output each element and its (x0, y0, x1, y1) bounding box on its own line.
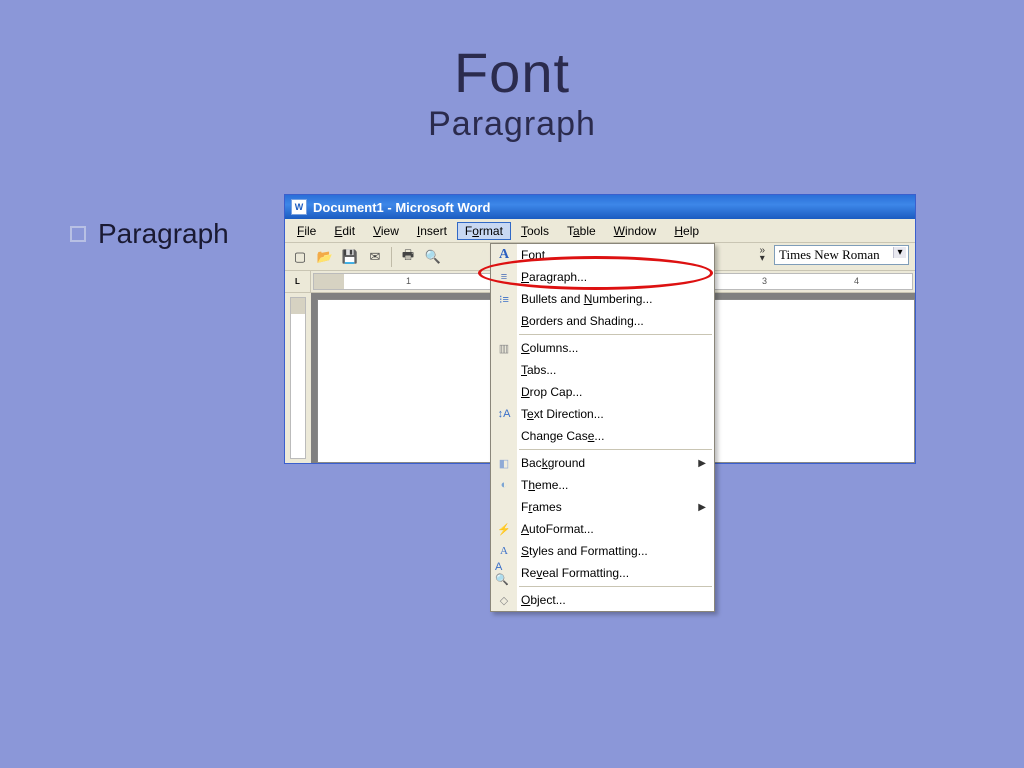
menu-item-autoformat-label: AutoFormat... (521, 522, 594, 536)
slide-title-block: Font Paragraph (0, 0, 1024, 144)
ruler-mark-1: 1 (406, 276, 411, 286)
font-a-icon: A (495, 246, 513, 264)
tab-selector-button[interactable]: L (285, 271, 311, 292)
menu-item-textdirection[interactable]: ↕A Text Direction... (491, 403, 714, 425)
menu-view[interactable]: View (365, 222, 407, 240)
menu-item-textdirection-label: Text Direction... (521, 407, 604, 421)
menu-item-tabs[interactable]: Tabs... (491, 359, 714, 381)
menu-item-font[interactable]: A Font... (491, 244, 714, 266)
menu-item-columns-label: Columns... (521, 341, 578, 355)
print-icon[interactable]: 🖶 (397, 246, 419, 268)
ruler-mark-4: 4 (854, 276, 859, 286)
menu-item-dropcap-label: Drop Cap... (521, 385, 582, 399)
menu-item-object[interactable]: ◇ Object... (491, 589, 714, 611)
word-app-icon: W (291, 199, 307, 215)
menu-item-dropcap[interactable]: Drop Cap... (491, 381, 714, 403)
object-icon: ◇ (495, 591, 513, 609)
bullet-marker-icon (70, 226, 86, 242)
menu-item-paragraph-label: Paragraph... (521, 270, 587, 284)
title-bar[interactable]: W Document1 - Microsoft Word (285, 195, 915, 219)
text-direction-icon: ↕A (495, 405, 513, 423)
open-icon[interactable]: 📂 (314, 246, 336, 268)
slide-bullet-row: Paragraph (70, 218, 229, 250)
menu-item-theme[interactable]: ◐ Theme... (491, 474, 714, 496)
menu-tools[interactable]: Tools (513, 222, 557, 240)
reveal-formatting-icon: A🔍 (495, 564, 513, 582)
autoformat-icon: ⚡ (495, 520, 513, 538)
menu-edit[interactable]: Edit (326, 222, 363, 240)
columns-icon: ▥ (495, 339, 513, 357)
menu-item-borders-label: Borders and Shading... (521, 314, 644, 328)
menu-item-theme-label: Theme... (521, 478, 568, 492)
menu-insert[interactable]: Insert (409, 222, 455, 240)
submenu-arrow-icon: ▶ (698, 502, 706, 513)
menu-separator-3 (519, 586, 712, 587)
menu-item-autoformat[interactable]: ⚡ AutoFormat... (491, 518, 714, 540)
menu-table[interactable]: Table (559, 222, 604, 240)
menu-item-changecase[interactable]: Change Case... (491, 425, 714, 447)
menu-item-tabs-label: Tabs... (521, 363, 556, 377)
font-name-dropdown[interactable]: Times New Roman (774, 245, 909, 265)
theme-icon: ◐ (495, 476, 513, 494)
menu-file[interactable]: File (289, 222, 324, 240)
menu-item-columns[interactable]: ▥ Columns... (491, 337, 714, 359)
menu-item-font-label: Font... (521, 248, 555, 262)
save-icon[interactable]: 💾 (339, 246, 361, 268)
paragraph-icon: ≡ (495, 268, 513, 286)
menu-separator-1 (519, 334, 712, 335)
ruler-mark-3: 3 (762, 276, 767, 286)
slide-title-2: Paragraph (0, 105, 1024, 144)
font-name-value: Times New Roman (779, 247, 880, 262)
bullets-icon: ⁝≡ (495, 290, 513, 308)
background-icon: ◧ (495, 454, 513, 472)
slide-bullet-text: Paragraph (98, 218, 229, 250)
menu-help[interactable]: Help (666, 222, 707, 240)
styles-icon: A (495, 542, 513, 560)
menu-item-styles[interactable]: A Styles and Formatting... (491, 540, 714, 562)
submenu-arrow-icon: ▶ (698, 458, 706, 469)
menu-item-reveal[interactable]: A🔍 Reveal Formatting... (491, 562, 714, 584)
menu-format[interactable]: Format (457, 222, 511, 240)
slide-title-1: Font (0, 40, 1024, 105)
menu-item-changecase-label: Change Case... (521, 429, 604, 443)
menu-item-reveal-label: Reveal Formatting... (521, 566, 629, 580)
ruler-left-margin-shade (314, 274, 344, 289)
menu-item-object-label: Object... (521, 593, 566, 607)
toolbar-overflow-button[interactable]: »▾ (756, 245, 768, 265)
mail-icon[interactable]: ✉ (364, 246, 386, 268)
menu-bar: File Edit View Insert Format Tools Table… (285, 219, 915, 243)
menu-item-styles-label: Styles and Formatting... (521, 544, 648, 558)
menu-item-frames-label: Frames (521, 500, 562, 514)
menu-item-background[interactable]: ◧ Background ▶ (491, 452, 714, 474)
new-doc-icon[interactable]: ▢ (289, 246, 311, 268)
menu-item-bullets-label: Bullets and Numbering... (521, 292, 652, 306)
vertical-ruler[interactable] (285, 293, 311, 463)
vruler-top-margin-shade (291, 298, 305, 314)
menu-separator-2 (519, 449, 712, 450)
format-dropdown-menu: A Font... ≡ Paragraph... ⁝≡ Bullets and … (490, 243, 715, 612)
menu-item-paragraph[interactable]: ≡ Paragraph... (491, 266, 714, 288)
menu-item-bullets[interactable]: ⁝≡ Bullets and Numbering... (491, 288, 714, 310)
menu-window[interactable]: Window (606, 222, 665, 240)
menu-item-borders[interactable]: Borders and Shading... (491, 310, 714, 332)
window-title: Document1 - Microsoft Word (313, 200, 490, 215)
menu-item-frames[interactable]: Frames ▶ (491, 496, 714, 518)
toolbar-separator-1 (391, 247, 392, 267)
menu-item-background-label: Background (521, 456, 585, 470)
print-preview-icon[interactable]: 🔍 (422, 246, 444, 268)
